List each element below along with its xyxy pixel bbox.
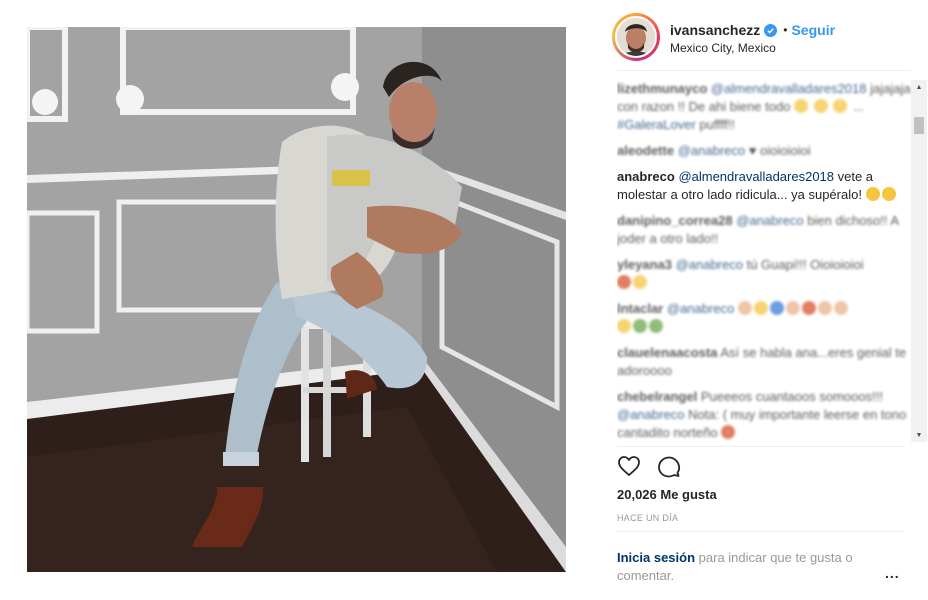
emoji-icon (794, 99, 809, 113)
comment-item: lntaclar @anabreco (617, 300, 912, 336)
comment-item: lizethmunayco @almendravalladares2018 ja… (617, 81, 911, 132)
scroll-up-arrow-icon[interactable]: ▲ (911, 80, 927, 94)
avatar[interactable] (615, 16, 657, 58)
comment-mention[interactable]: @almendravalladares2018 (711, 81, 867, 96)
heart-icon[interactable] (617, 454, 641, 478)
likes-count[interactable]: 20,026 Me gusta (617, 487, 717, 502)
comment-mention[interactable]: @anabreco (736, 213, 803, 228)
emoji-icon (801, 301, 816, 315)
emoji-icon (721, 425, 736, 439)
comment-item: yleyana3 @anabreco tú Guapi!!! Oioioioio… (617, 256, 912, 292)
comment-text-tail: puffff!! (695, 117, 735, 132)
emoji-icon (737, 301, 752, 315)
comment-username[interactable]: anabreco (617, 169, 675, 184)
avatar-story-ring[interactable] (612, 13, 660, 61)
more-options-icon[interactable]: ... (885, 565, 900, 581)
comment-item: anabreco @almendravalladares2018 vete a … (617, 168, 912, 204)
comment-username[interactable]: clauelenaacosta (617, 345, 717, 360)
comments-list[interactable]: lizethmunayco @almendravalladares2018 ja… (617, 80, 912, 442)
post-photo-image (27, 27, 566, 572)
comment-hashtag[interactable]: #GaleraLover (617, 117, 696, 132)
location-link[interactable]: Mexico City, Mexico (670, 41, 776, 55)
comment-mention[interactable]: @anabreco (676, 257, 743, 272)
emoji-icon (633, 275, 647, 289)
post-header: ivansanchezz • Seguir Mexico City, Mexic… (612, 12, 912, 62)
comment-item: clauelenaacosta Así se habla ana...eres … (617, 344, 912, 380)
comment-username[interactable]: aleodette (617, 143, 674, 158)
emoji-icon (817, 301, 832, 315)
avatar-image (617, 18, 655, 56)
emoji-icon (785, 301, 800, 315)
login-prompt: Inicia sesión para indicar que te gusta … (617, 549, 887, 585)
comment-mention[interactable]: @anabreco (667, 301, 734, 316)
actions-divider (617, 531, 904, 532)
comments-divider (617, 446, 904, 447)
comments-scrollbar[interactable]: ▲ ▼ (911, 80, 927, 442)
emoji-icon (617, 275, 631, 289)
comment-mention[interactable]: @anabreco (617, 407, 684, 422)
comment-username[interactable]: lntaclar (617, 301, 663, 316)
comment-username[interactable]: chebelrangel (617, 389, 697, 404)
comment-username[interactable]: lizethmunayco (617, 81, 707, 96)
emoji-icon (753, 301, 768, 315)
scroll-down-arrow-icon[interactable]: ▼ (911, 428, 927, 442)
comment-item: danipino_correa28 @anabreco bien dichoso… (617, 212, 912, 248)
emoji-icon (813, 99, 828, 113)
scrollbar-thumb[interactable] (914, 117, 924, 134)
post-photo[interactable] (27, 27, 566, 572)
username-link[interactable]: ivansanchezz (670, 22, 760, 38)
comment-mention[interactable]: @almendravalladares2018 (678, 169, 834, 184)
comment-username[interactable]: yleyana3 (617, 257, 672, 272)
emoji-icon (633, 319, 647, 333)
post-actions (617, 454, 681, 478)
emoji-icon (649, 319, 663, 333)
separator-dot: • (783, 23, 788, 37)
header-divider (617, 70, 911, 71)
emoji-icon (833, 99, 848, 113)
emoji-icon (769, 301, 784, 315)
login-link[interactable]: Inicia sesión (617, 550, 695, 565)
comment-text: tú Guapi!!! Oioioioioi (742, 257, 864, 272)
comment-bubble-icon[interactable] (657, 454, 681, 478)
emoji-icon (617, 319, 631, 333)
comment-mention[interactable]: @anabreco (678, 143, 745, 158)
verified-badge-icon (764, 23, 778, 37)
comment-item: chebelrangel Pueeeos cuantaoos somooos!!… (617, 388, 912, 442)
emoji-icon (881, 187, 896, 201)
emoji-icon (833, 301, 848, 315)
comment-text: ♥ oioioioioi (745, 143, 811, 158)
emoji-icon (865, 187, 880, 201)
comment-text: Pueeeos cuantaoos somooos!!! (697, 389, 883, 404)
comment-item: aleodette @anabreco ♥ oioioioioi (617, 142, 912, 160)
follow-button[interactable]: Seguir (791, 22, 835, 38)
comment-username[interactable]: danipino_correa28 (617, 213, 733, 228)
post-timestamp[interactable]: HACE UN DÍA (617, 513, 678, 523)
